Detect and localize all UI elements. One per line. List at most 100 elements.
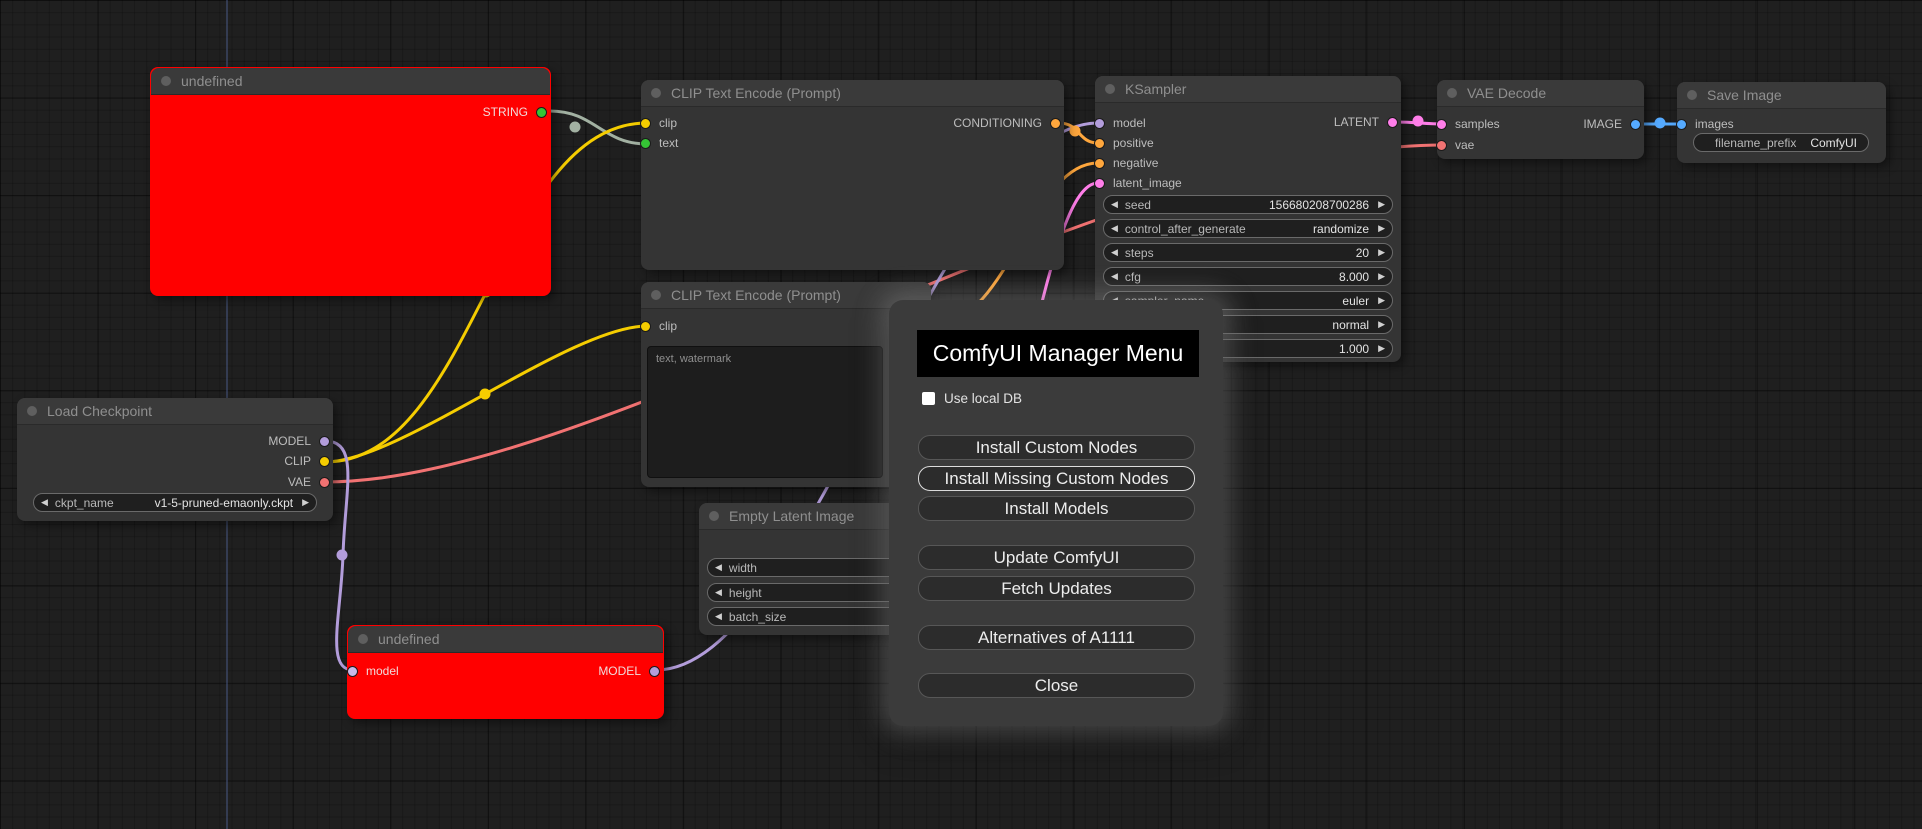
manager-menu-title: ComfyUI Manager Menu: [917, 330, 1199, 377]
slot-dot-conditioning[interactable]: [1094, 137, 1105, 149]
node-header[interactable]: VAE Decode: [1437, 80, 1644, 107]
collapse-dot-icon[interactable]: [358, 634, 368, 644]
decrement-arrow-icon[interactable]: ◀: [715, 588, 722, 597]
input-slot-latent-image[interactable]: latent_image: [1094, 175, 1190, 191]
slot-dot-model[interactable]: [319, 435, 330, 447]
node-undefined-bottom[interactable]: undefined model MODEL: [347, 625, 664, 719]
link-string-to-text: [548, 109, 649, 146]
widget-seed[interactable]: ◀ seed 156680208700286 ▶: [1103, 195, 1393, 214]
slot-dot-model[interactable]: [347, 665, 358, 677]
install-models-button[interactable]: Install Models: [918, 496, 1195, 521]
prompt-textarea[interactable]: text, watermark: [647, 346, 883, 478]
node-header[interactable]: CLIP Text Encode (Prompt): [641, 282, 931, 309]
collapse-dot-icon[interactable]: [27, 406, 37, 416]
collapse-dot-icon[interactable]: [651, 88, 661, 98]
slot-dot-model[interactable]: [1094, 117, 1105, 129]
collapse-dot-icon[interactable]: [1687, 90, 1697, 100]
slot-dot-text[interactable]: [640, 137, 651, 149]
slot-dot-image[interactable]: [1630, 118, 1641, 130]
update-comfyui-button[interactable]: Update ComfyUI: [918, 545, 1195, 570]
output-slot-latent[interactable]: LATENT: [1326, 114, 1402, 130]
collapse-dot-icon[interactable]: [1105, 84, 1115, 94]
slot-dot-clip[interactable]: [319, 455, 330, 467]
slot-dot-clip[interactable]: [640, 320, 651, 332]
close-button[interactable]: Close: [918, 673, 1195, 698]
output-slot-vae[interactable]: VAE: [280, 474, 334, 490]
collapse-dot-icon[interactable]: [651, 290, 661, 300]
increment-arrow-icon[interactable]: ▶: [1378, 320, 1385, 329]
node-title: KSampler: [1125, 81, 1187, 97]
slot-dot-string[interactable]: [536, 106, 547, 118]
decrement-arrow-icon[interactable]: ◀: [1111, 272, 1118, 281]
slot-dot-clip[interactable]: [640, 117, 651, 129]
decrement-arrow-icon[interactable]: ◀: [1111, 248, 1118, 257]
input-slot-vae[interactable]: vae: [1436, 137, 1482, 153]
collapse-dot-icon[interactable]: [1447, 88, 1457, 98]
checkbox-icon[interactable]: [922, 392, 935, 405]
increment-arrow-icon[interactable]: ▶: [1378, 224, 1385, 233]
increment-arrow-icon[interactable]: ▶: [1378, 248, 1385, 257]
increment-arrow-icon[interactable]: ▶: [1378, 200, 1385, 209]
increment-arrow-icon[interactable]: ▶: [1378, 296, 1385, 305]
node-load-checkpoint[interactable]: Load Checkpoint MODEL CLIP VAE ◀ ckpt_na…: [17, 398, 333, 521]
widget-ckpt-name[interactable]: ◀ ckpt_name v1-5-pruned-emaonly.ckpt ▶: [33, 493, 317, 512]
node-header[interactable]: KSampler: [1095, 76, 1401, 103]
node-header[interactable]: Save Image: [1677, 82, 1886, 109]
widget-steps[interactable]: ◀ steps 20 ▶: [1103, 243, 1393, 262]
output-slot-string[interactable]: STRING: [475, 104, 551, 120]
slot-dot-conditioning[interactable]: [1050, 117, 1061, 129]
slot-dot-latent[interactable]: [1436, 118, 1447, 130]
widget-control-after-generate[interactable]: ◀ control_after_generate randomize ▶: [1103, 219, 1393, 238]
install-missing-custom-nodes-button[interactable]: Install Missing Custom Nodes: [918, 466, 1195, 491]
input-slot-samples[interactable]: samples: [1436, 116, 1508, 132]
decrement-arrow-icon[interactable]: ◀: [715, 612, 722, 621]
increment-arrow-icon[interactable]: ▶: [1378, 344, 1385, 353]
collapse-dot-icon[interactable]: [709, 511, 719, 521]
previous-arrow-icon[interactable]: ◀: [41, 498, 48, 507]
next-arrow-icon[interactable]: ▶: [302, 498, 309, 507]
widget-cfg[interactable]: ◀ cfg 8.000 ▶: [1103, 267, 1393, 286]
slot-dot-latent[interactable]: [1387, 116, 1398, 128]
output-slot-model[interactable]: MODEL: [260, 433, 334, 449]
node-undefined-top[interactable]: undefined STRING: [150, 67, 551, 296]
collapse-dot-icon[interactable]: [161, 76, 171, 86]
input-slot-clip[interactable]: clip: [640, 318, 685, 334]
node-header[interactable]: undefined: [348, 626, 663, 653]
input-slot-model[interactable]: model: [1094, 115, 1154, 131]
input-slot-images[interactable]: images: [1676, 116, 1742, 132]
input-slot-text[interactable]: text: [640, 135, 686, 151]
input-slot-positive[interactable]: positive: [1094, 135, 1162, 151]
comfyui-canvas[interactable]: { "nodes": { "undefined_top": { "title":…: [0, 0, 1922, 829]
slot-dot-conditioning[interactable]: [1094, 157, 1105, 169]
slot-dot-model[interactable]: [649, 665, 660, 677]
node-save-image[interactable]: Save Image images filename_prefix ComfyU…: [1676, 82, 1886, 163]
node-title: Load Checkpoint: [47, 403, 153, 419]
slot-dot-vae[interactable]: [1436, 139, 1447, 151]
fetch-updates-button[interactable]: Fetch Updates: [918, 576, 1195, 601]
decrement-arrow-icon[interactable]: ◀: [1111, 200, 1118, 209]
slot-dot-image[interactable]: [1676, 118, 1687, 130]
output-slot-clip[interactable]: CLIP: [276, 453, 334, 469]
decrement-arrow-icon[interactable]: ◀: [715, 563, 722, 572]
output-slot-model[interactable]: MODEL: [590, 663, 664, 679]
output-slot-conditioning[interactable]: CONDITIONING: [945, 115, 1065, 131]
output-slot-image[interactable]: IMAGE: [1575, 116, 1645, 132]
widget-filename-prefix[interactable]: filename_prefix ComfyUI: [1693, 133, 1869, 152]
increment-arrow-icon[interactable]: ▶: [1378, 272, 1385, 281]
node-header[interactable]: CLIP Text Encode (Prompt): [641, 80, 1064, 107]
alternatives-of-a1111-button[interactable]: Alternatives of A1111: [918, 625, 1195, 650]
slot-dot-latent[interactable]: [1094, 177, 1105, 189]
use-local-db-checkbox-row[interactable]: Use local DB: [922, 391, 1022, 406]
input-slot-negative[interactable]: negative: [1094, 155, 1166, 171]
node-header[interactable]: undefined: [151, 68, 550, 95]
node-header[interactable]: Load Checkpoint: [17, 398, 333, 425]
install-custom-nodes-button[interactable]: Install Custom Nodes: [918, 435, 1195, 460]
input-slot-clip[interactable]: clip: [640, 115, 685, 131]
input-slot-model[interactable]: model: [347, 663, 407, 679]
node-title: Empty Latent Image: [729, 508, 855, 524]
node-clip-text-encode-2[interactable]: CLIP Text Encode (Prompt) clip text, wat…: [640, 282, 931, 487]
slot-dot-vae[interactable]: [319, 476, 330, 488]
node-clip-text-encode-1[interactable]: CLIP Text Encode (Prompt) clip text COND…: [640, 80, 1065, 270]
node-vae-decode[interactable]: VAE Decode samples vae IMAGE: [1436, 80, 1645, 159]
decrement-arrow-icon[interactable]: ◀: [1111, 224, 1118, 233]
